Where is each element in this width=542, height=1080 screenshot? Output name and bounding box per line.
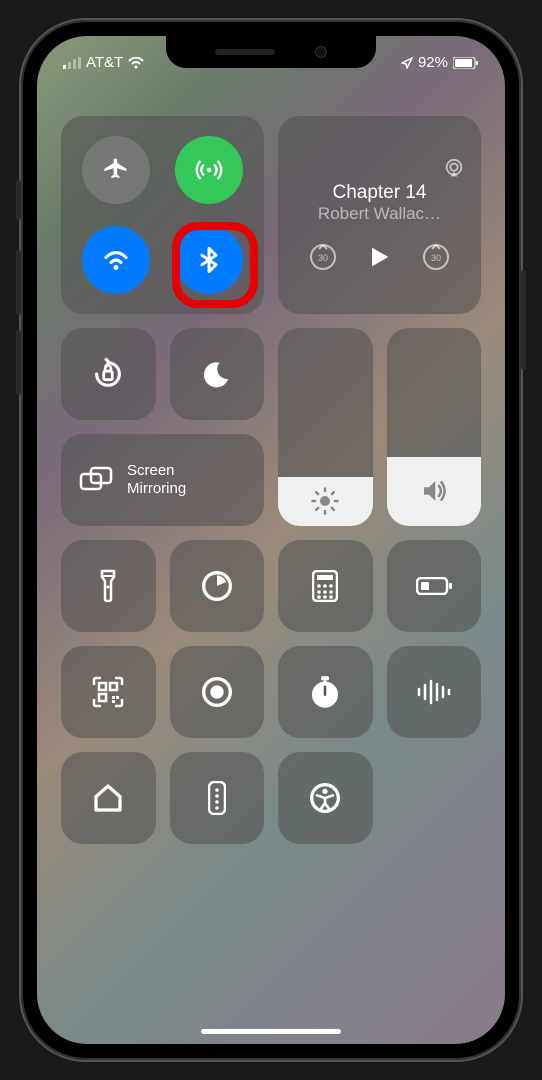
media-controls-tile[interactable]: Chapter 14 Robert Wallac… 30 30	[278, 116, 481, 314]
waveform-icon	[416, 679, 452, 705]
brightness-slider[interactable]	[278, 328, 373, 526]
do-not-disturb-toggle[interactable]	[170, 328, 265, 420]
volume-slider[interactable]	[387, 328, 482, 526]
home-app-button[interactable]	[61, 752, 156, 844]
control-center: Chapter 14 Robert Wallac… 30 30	[61, 116, 481, 844]
airplane-mode-toggle[interactable]	[82, 136, 150, 204]
home-indicator[interactable]	[201, 1029, 341, 1034]
volume-up-button	[16, 250, 21, 315]
stopwatch-icon	[309, 675, 341, 709]
front-camera	[315, 46, 327, 58]
carrier-label: AT&T	[86, 54, 123, 71]
airplay-icon[interactable]	[443, 158, 465, 180]
battery-icon	[416, 577, 452, 595]
screen-mirroring-button[interactable]: Screen Mirroring	[61, 434, 264, 526]
orientation-lock-toggle[interactable]	[61, 328, 156, 420]
svg-text:30: 30	[431, 253, 441, 263]
brightness-icon	[310, 486, 340, 516]
home-icon	[92, 782, 124, 814]
battery-pct: 92%	[418, 54, 448, 71]
timer-button[interactable]	[170, 540, 265, 632]
low-power-mode-button[interactable]	[387, 540, 482, 632]
wifi-icon	[128, 57, 144, 69]
qr-scanner-button[interactable]	[61, 646, 156, 738]
airplane-icon	[102, 156, 130, 184]
volume-down-button	[16, 330, 21, 395]
flashlight-icon	[96, 569, 120, 603]
speaker	[215, 49, 275, 55]
notch	[166, 36, 376, 68]
phone-frame: AT&T 92%	[21, 20, 521, 1060]
rotation-lock-icon	[91, 357, 125, 391]
record-icon	[201, 676, 233, 708]
screen-record-button[interactable]	[170, 646, 265, 738]
remote-icon	[208, 781, 226, 815]
connectivity-group[interactable]	[61, 116, 264, 314]
skip-back-icon[interactable]: 30	[308, 242, 338, 272]
skip-forward-icon[interactable]: 30	[421, 242, 451, 272]
voice-memos-button[interactable]	[387, 646, 482, 738]
play-icon[interactable]	[365, 243, 393, 271]
wifi-icon	[101, 245, 131, 275]
media-title: Chapter 14	[294, 182, 465, 204]
calculator-icon	[312, 570, 338, 602]
screen: AT&T 92%	[37, 36, 505, 1044]
volume-icon	[419, 476, 449, 506]
location-icon	[401, 57, 413, 69]
media-subtitle: Robert Wallac…	[294, 204, 465, 224]
stopwatch-button[interactable]	[278, 646, 373, 738]
timer-icon	[201, 570, 233, 602]
svg-text:30: 30	[318, 253, 328, 263]
accessibility-icon	[309, 782, 341, 814]
mute-switch	[16, 180, 21, 220]
signal-bars-icon	[63, 57, 81, 69]
screen-mirroring-label-1: Screen	[127, 462, 186, 480]
battery-icon	[453, 57, 479, 69]
cellular-data-toggle[interactable]	[175, 136, 243, 204]
power-button	[521, 270, 526, 370]
qr-code-icon	[92, 676, 124, 708]
antenna-icon	[195, 156, 223, 184]
highlight-ring	[172, 222, 258, 308]
calculator-button[interactable]	[278, 540, 373, 632]
apple-tv-remote-button[interactable]	[170, 752, 265, 844]
flashlight-button[interactable]	[61, 540, 156, 632]
accessibility-button[interactable]	[278, 752, 373, 844]
moon-icon	[202, 359, 232, 389]
wifi-toggle[interactable]	[82, 226, 150, 294]
screen-mirroring-label-2: Mirroring	[127, 480, 186, 498]
screen-mirroring-icon	[79, 466, 113, 494]
